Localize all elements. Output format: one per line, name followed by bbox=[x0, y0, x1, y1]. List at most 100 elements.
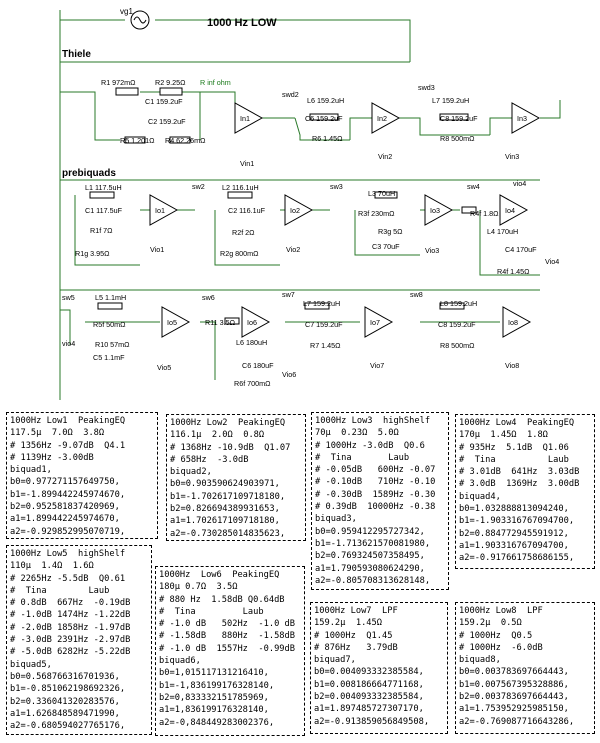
box-line: a2=-0.917661758686155, bbox=[459, 553, 575, 564]
box-line: 1000Hz Low6 PeakingEQ bbox=[159, 570, 280, 580]
box-line: biquad8, bbox=[459, 655, 501, 666]
box-line: biquad6, bbox=[159, 656, 201, 667]
box-line: biquad2, bbox=[170, 467, 212, 478]
thiele-l7: L7 159.2uH bbox=[432, 96, 469, 105]
box-line: b0=0.959412295727342, bbox=[315, 526, 425, 537]
bot-r5f: R5f 50mΩ bbox=[93, 320, 126, 329]
pre-r2g: R2g 800mΩ bbox=[220, 249, 259, 258]
box-line: # -3.0dB 2391Hz -2.97dB bbox=[10, 635, 131, 646]
box-line: # 1000Hz Q0.5 bbox=[459, 630, 533, 641]
box-line: 1000Hz Low1 PeakingEQ bbox=[10, 416, 126, 426]
box-line: 110µ 1.4Ω 1.6Ω bbox=[10, 561, 94, 572]
box-line: b1=0.007567395328886, bbox=[459, 679, 569, 690]
pre-sw4: sw4 bbox=[467, 182, 480, 191]
pre-r3g: R3g 5Ω bbox=[378, 227, 403, 236]
thiele-in2: In2 bbox=[377, 114, 387, 123]
box-line: b1=0.008186664771168, bbox=[314, 679, 424, 690]
box-line: a1=1.626848589471990, bbox=[10, 708, 120, 719]
box-line: # 0.8dB 667Hz -0.19dB bbox=[10, 598, 131, 609]
box-line: 159.2µ 0.5Ω bbox=[459, 618, 522, 629]
biquad-box-low1: 1000Hz Low1 PeakingEQ 117.5µ 7.0Ω 3.8Ω #… bbox=[6, 412, 158, 539]
box-line: a1=1.790593080624290, bbox=[315, 563, 425, 574]
thiele-swd3: swd3 bbox=[418, 83, 435, 92]
box-line: # Tina Laub bbox=[159, 606, 264, 617]
box-line: b1=-1.713621570081980, bbox=[315, 538, 431, 549]
box-line: a1=1.897485727307170, bbox=[314, 704, 424, 715]
pre-r1f: R1f 7Ω bbox=[90, 226, 113, 235]
box-line: # Tina Laub bbox=[459, 454, 569, 465]
thiele-vin3: Vin3 bbox=[505, 152, 519, 161]
thiele-c8: C8 159.2uF bbox=[440, 114, 478, 123]
box-line: b1=-1,836199176328140, bbox=[159, 680, 275, 691]
box-line: b2=0.336041320283576, bbox=[10, 696, 120, 707]
box-line: 1000Hz Low4 PeakingEQ bbox=[459, 418, 575, 428]
pre-l1: L1 117.5uH bbox=[85, 183, 122, 192]
thiele-r1: R1 972mΩ bbox=[101, 78, 136, 87]
box-line: # -1.0 dB 1557Hz -0.99dB bbox=[159, 643, 295, 654]
bot-l7: L7 159.2uH bbox=[303, 299, 340, 308]
box-line: # Tina Laub bbox=[315, 452, 410, 463]
bot-l5: L5 1.1mH bbox=[95, 293, 126, 302]
bot-sw8: sw8 bbox=[410, 290, 423, 299]
box-line: # -2.0dB 1858Hz -1.97dB bbox=[10, 622, 131, 633]
pre-r2f: R2f 2Ω bbox=[232, 228, 255, 237]
box-line: # -0.30dB 1589Hz -0.30 bbox=[315, 489, 436, 500]
box-line: 117.5µ 7.0Ω 3.8Ω bbox=[10, 428, 105, 439]
box-line: b1=-1.899442245974670, bbox=[10, 489, 126, 500]
box-line: 180µ 0.7Ω 3.5Ω bbox=[159, 582, 238, 593]
bot-r11: R11 3.5Ω bbox=[205, 318, 236, 327]
thiele-c6: C6 159.2uF bbox=[305, 114, 343, 123]
box-line: 159.2µ 1.45Ω bbox=[314, 618, 382, 629]
bot-sw5: sw5 bbox=[62, 293, 75, 302]
pre-io3: Io3 bbox=[430, 206, 440, 215]
box-line: a1=1.753952925985150, bbox=[459, 704, 569, 715]
thiele-vin1: Vin1 bbox=[240, 159, 254, 168]
box-line: a1=1,836199176328140, bbox=[159, 705, 269, 716]
pre-io1: Io1 bbox=[155, 206, 165, 215]
box-line: b2=0.826694389931653, bbox=[170, 504, 280, 515]
box-line: 70µ 0.23Ω 5.0Ω bbox=[315, 428, 399, 439]
box-line: b0=1,015117131216410, bbox=[159, 668, 269, 679]
box-line: a1=1.899442245974670, bbox=[10, 514, 120, 525]
pre-r4f2: R4f 1.45Ω bbox=[497, 267, 530, 276]
box-line: b0=0.977271157649750, bbox=[10, 477, 120, 488]
box-line: b1=-1.702617109718180, bbox=[170, 491, 286, 502]
bot-io8: Io8 bbox=[508, 318, 518, 327]
box-line: 1000Hz Low2 PeakingEQ bbox=[170, 418, 286, 428]
box-line: a1=1.702617109718180, bbox=[170, 516, 280, 527]
bot-c6: C6 180uF bbox=[242, 361, 274, 370]
biquad-box-low5: 1000Hz Low5 highShelf 110µ 1.4Ω 1.6Ω # 2… bbox=[6, 545, 152, 735]
box-line: # -1.0 dB 502Hz -1.0 dB bbox=[159, 619, 295, 630]
pre-r4f: R4f 1.8Ω bbox=[470, 209, 499, 218]
pre-l2: L2 116.1uH bbox=[222, 183, 259, 192]
box-line: # 1139Hz -3.00dB bbox=[10, 452, 94, 463]
box-line: # 880 Hz 1.58dB Q0.64dB bbox=[159, 594, 285, 605]
bot-r10: R10 57mΩ bbox=[95, 340, 130, 349]
source-label: vg1 bbox=[120, 7, 133, 16]
biquad-box-low3: 1000Hz Low3 highShelf 70µ 0.23Ω 5.0Ω # 1… bbox=[311, 412, 449, 590]
box-line: # -1.0dB 1474Hz -1.22dB bbox=[10, 610, 131, 621]
box-line: 1000Hz Low7 LPF bbox=[314, 606, 398, 616]
bot-vio8: Vio8 bbox=[505, 361, 519, 370]
thiele-r6: R6 1.45Ω bbox=[312, 134, 343, 143]
bot-r7: R7 1.45Ω bbox=[310, 341, 341, 350]
bot-c7: C7 159.2uF bbox=[305, 320, 343, 329]
biquad-box-low7: 1000Hz Low7 LPF 159.2µ 1.45Ω # 1000Hz Q1… bbox=[310, 602, 448, 734]
pre-sw2: sw2 bbox=[192, 182, 205, 191]
box-line: b2=0.884772945591912, bbox=[459, 528, 569, 539]
box-line: # 3.0dB 1369Hz 3.00dB bbox=[459, 479, 580, 490]
box-line: # -5.0dB 6282Hz -5.22dB bbox=[10, 647, 131, 658]
box-line: b0=0.568766316701936, bbox=[10, 671, 120, 682]
bot-io7: Io7 bbox=[370, 318, 380, 327]
box-line: biquad5, bbox=[10, 659, 52, 670]
bot-sw6: sw6 bbox=[202, 293, 215, 302]
box-line: # 1000Hz -6.0dB bbox=[459, 642, 543, 653]
box-line: b1=-1.903316767094700, bbox=[459, 516, 575, 527]
box-line: # 2265Hz -5.5dB Q0.61 bbox=[10, 573, 126, 584]
biquad-box-low4: 1000Hz Low4 PeakingEQ 170µ 1.45Ω 1.8Ω # … bbox=[455, 414, 595, 569]
box-line: a2=-0.680594027765176, bbox=[10, 721, 126, 732]
pre-vio1: Vio1 bbox=[150, 245, 164, 254]
thiele-c2: C2 159.2uF bbox=[148, 117, 186, 126]
box-line: # 1368Hz -10.9dB Q1.07 bbox=[170, 442, 291, 453]
pre-c4: C4 170uF bbox=[505, 245, 537, 254]
